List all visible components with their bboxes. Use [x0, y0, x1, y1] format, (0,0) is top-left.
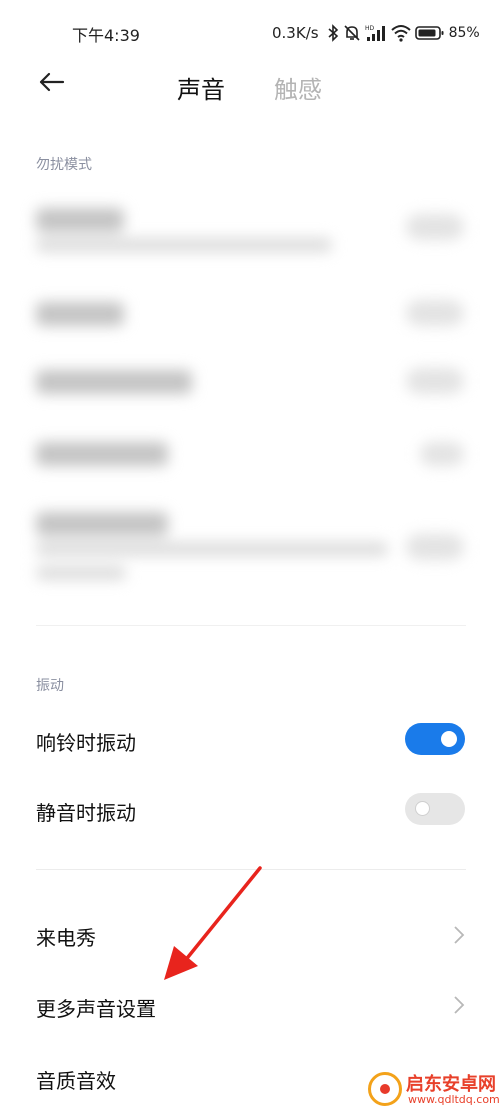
- mute-bell-icon: [343, 25, 360, 41]
- annotation-arrow-icon: [164, 866, 262, 980]
- hd-signal-icon: HD: [365, 25, 385, 41]
- watermark-url: www.qdltdq.com: [408, 1093, 500, 1106]
- status-indicators: 0.3K/s HD 85%: [272, 22, 480, 44]
- watermark: 启东安卓网 www.qdltdq.com: [368, 1070, 500, 1108]
- back-arrow-icon: [39, 72, 65, 92]
- toggle-knob: [415, 801, 430, 816]
- tab-touch[interactable]: 触感: [274, 70, 322, 105]
- blurred-settings-group: [0, 190, 500, 610]
- vibration-section-label: 振动: [36, 678, 64, 694]
- silent-vibrate-label: 静音时振动: [36, 801, 136, 825]
- chevron-right-icon: [454, 996, 465, 1014]
- battery-icon: [414, 26, 444, 40]
- battery-percent: 85%: [448, 25, 480, 41]
- svg-text:HD: HD: [365, 25, 375, 32]
- ring-vibrate-toggle[interactable]: [405, 723, 465, 755]
- status-time: 下午4:39: [72, 26, 140, 45]
- ring-vibrate-label: 响铃时振动: [36, 731, 136, 755]
- toggle-knob: [441, 731, 457, 747]
- dnd-section-label: 勿扰模式: [36, 157, 92, 173]
- sound-quality-label: 音质音效: [36, 1069, 116, 1093]
- bluetooth-icon: [328, 24, 338, 42]
- section-divider: [36, 625, 466, 626]
- silent-vibrate-toggle[interactable]: [405, 793, 465, 825]
- more-sound-settings-label: 更多声音设置: [36, 997, 156, 1021]
- tab-sound[interactable]: 声音: [177, 70, 225, 105]
- chevron-right-icon: [454, 926, 465, 944]
- caller-show-label: 来电秀: [36, 926, 96, 950]
- wifi-icon: [390, 25, 411, 42]
- watermark-logo-icon: [368, 1072, 402, 1106]
- network-speed: 0.3K/s: [272, 24, 319, 42]
- back-button[interactable]: [38, 68, 66, 96]
